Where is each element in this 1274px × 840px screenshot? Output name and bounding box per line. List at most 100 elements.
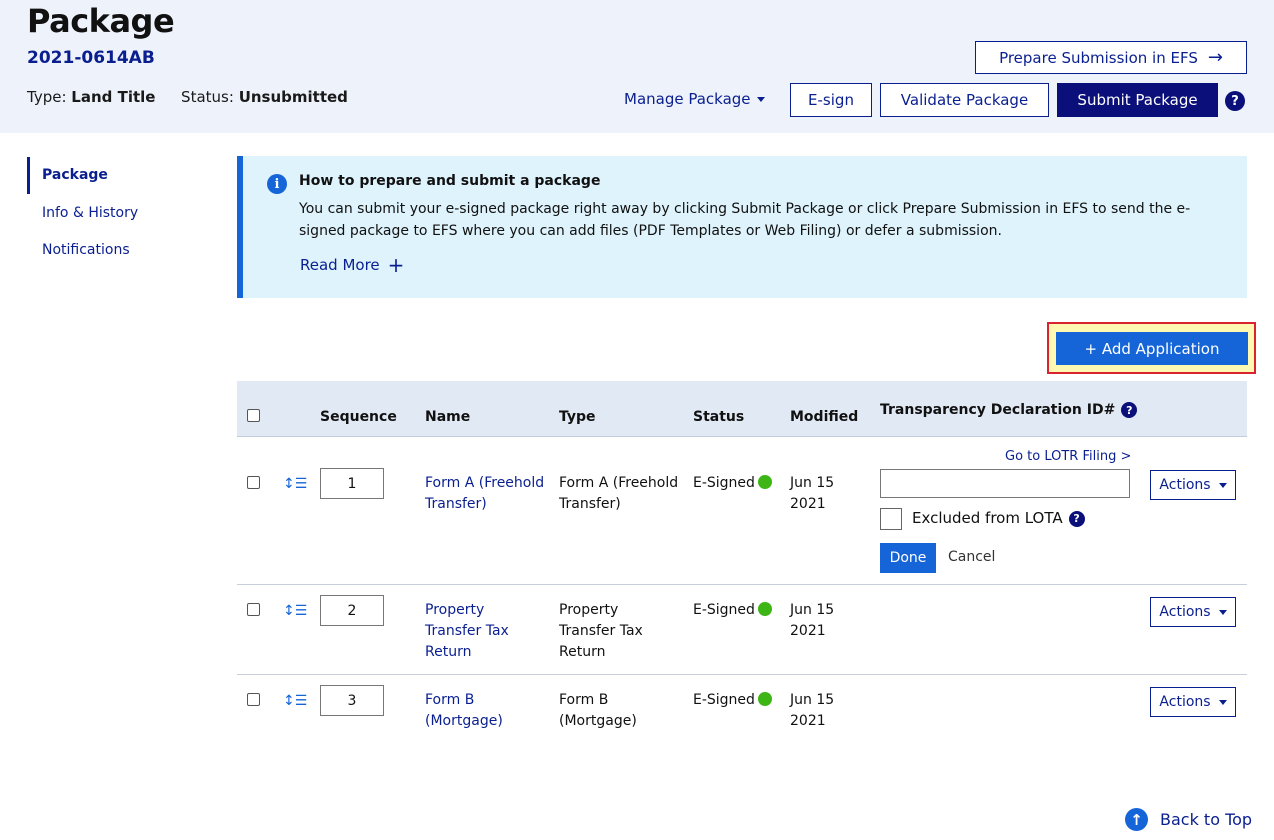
sidebar-item-package[interactable]: Package: [27, 157, 108, 194]
column-status: Status: [693, 409, 745, 425]
name-line: Property: [425, 602, 485, 618]
type-value: Land Title: [71, 88, 156, 106]
application-type: Form A (Freehold Transfer): [559, 473, 678, 515]
help-icon[interactable]: ?: [1225, 91, 1245, 111]
type-line: Return: [559, 644, 606, 660]
column-transparency-id: Transparency Declaration ID#?: [880, 402, 1138, 418]
excluded-lota-checkbox[interactable]: [880, 508, 902, 530]
add-application-highlight: + Add Application: [1047, 322, 1256, 374]
reorder-icon[interactable]: ↕☰: [283, 476, 307, 492]
name-line: Transfer Tax: [425, 623, 509, 639]
info-title: How to prepare and submit a package: [299, 173, 601, 189]
excluded-lota-label: Excluded from LOTA?: [912, 509, 1085, 527]
read-more-label: Read More: [300, 256, 380, 274]
column-type: Type: [559, 409, 596, 425]
package-header: Package 2021-0614AB Type: Land Title Sta…: [0, 0, 1274, 133]
column-sequence: Sequence: [320, 409, 397, 425]
column-modified: Modified: [790, 409, 859, 425]
row-checkbox[interactable]: [247, 603, 260, 616]
modified-line: Jun 15: [790, 602, 835, 618]
manage-package-dropdown[interactable]: Manage Package: [624, 90, 765, 108]
read-more-link[interactable]: Read More +: [300, 255, 404, 275]
type-line: Property: [559, 602, 619, 618]
info-icon: i: [267, 174, 287, 194]
status-dot-icon: [757, 602, 772, 616]
arrow-up-icon: ↑: [1125, 808, 1148, 831]
caret-down-icon: [1218, 699, 1227, 705]
row-checkbox[interactable]: [247, 693, 260, 706]
modified-line: 2021: [790, 496, 826, 512]
sidebar-item-notifications[interactable]: Notifications: [27, 242, 130, 258]
submit-package-button[interactable]: Submit Package: [1057, 83, 1218, 117]
transparency-id-input[interactable]: [880, 469, 1130, 498]
status-dot-icon: [757, 692, 772, 706]
prepare-submission-button[interactable]: Prepare Submission in EFS →: [975, 41, 1247, 74]
help-icon[interactable]: ?: [1121, 402, 1138, 418]
help-icon[interactable]: ?: [1068, 510, 1085, 527]
name-line: Form B: [425, 692, 475, 708]
esign-button[interactable]: E-sign: [790, 83, 872, 117]
table-row: ↕☰ 2 Property Transfer Tax Return Proper…: [237, 585, 1247, 675]
name-line: Transfer): [425, 496, 487, 512]
application-name-link[interactable]: Form A (Freehold Transfer): [425, 473, 544, 515]
caret-down-icon: [756, 96, 765, 102]
modified-line: Jun 15: [790, 692, 835, 708]
caret-down-icon: [1218, 482, 1227, 488]
actions-label: Actions: [1159, 477, 1211, 493]
status-text: E-Signed: [693, 692, 755, 708]
type-line: Form A (Freehold: [559, 475, 679, 491]
package-meta: Type: Land Title Status: Unsubmitted: [27, 88, 348, 106]
info-text: You can submit your e-signed package rig…: [299, 201, 1191, 239]
actions-dropdown[interactable]: Actions: [1150, 597, 1236, 627]
add-application-button[interactable]: + Add Application: [1056, 332, 1248, 365]
back-to-top-link[interactable]: ↑ Back to Top: [1125, 808, 1252, 831]
page-title: Package: [27, 2, 175, 40]
transparency-id-label: Transparency Declaration ID#: [880, 402, 1116, 418]
application-name-link[interactable]: Form B (Mortgage): [425, 690, 503, 732]
modified-cell: Jun 15 2021: [790, 600, 834, 642]
status-text: E-Signed: [693, 602, 755, 618]
sequence-input[interactable]: 3: [320, 685, 384, 716]
status-value: Unsubmitted: [238, 88, 348, 106]
arrow-right-icon: →: [1207, 47, 1223, 68]
sidebar-item-info-history[interactable]: Info & History: [27, 205, 138, 221]
actions-label: Actions: [1159, 604, 1211, 620]
manage-package-label: Manage Package: [624, 90, 751, 108]
modified-line: Jun 15: [790, 475, 835, 491]
application-name-link[interactable]: Property Transfer Tax Return: [425, 600, 509, 663]
prepare-submission-label: Prepare Submission in EFS: [999, 48, 1198, 67]
modified-cell: Jun 15 2021: [790, 690, 834, 732]
actions-dropdown[interactable]: Actions: [1150, 687, 1236, 717]
application-type: Property Transfer Tax Return: [559, 600, 643, 663]
plus-icon: +: [387, 253, 405, 277]
back-to-top-label: Back to Top: [1160, 810, 1253, 829]
table-row: ↕☰ 3 Form B (Mortgage) Form B (Mortgage)…: [237, 675, 1247, 755]
status-cell: E-Signed: [693, 473, 772, 494]
name-line: Return: [425, 644, 472, 660]
status-label: Status:: [181, 88, 234, 106]
type-line: Transfer): [559, 496, 621, 512]
actions-label: Actions: [1159, 694, 1211, 710]
sequence-input[interactable]: 1: [320, 468, 384, 499]
select-all-checkbox[interactable]: [247, 409, 260, 422]
cancel-link[interactable]: Cancel: [948, 549, 995, 565]
name-line: (Mortgage): [425, 713, 503, 729]
column-name: Name: [425, 409, 471, 425]
caret-down-icon: [1218, 609, 1227, 615]
type-label: Type:: [27, 88, 67, 106]
done-button[interactable]: Done: [880, 543, 936, 573]
validate-package-button[interactable]: Validate Package: [880, 83, 1049, 117]
excluded-lota-text: Excluded from LOTA: [912, 509, 1063, 527]
table-row: ↕☰ 1 Form A (Freehold Transfer) Form A (…: [237, 437, 1247, 585]
modified-cell: Jun 15 2021: [790, 473, 834, 515]
actions-dropdown[interactable]: Actions: [1150, 470, 1236, 500]
reorder-icon[interactable]: ↕☰: [283, 603, 307, 619]
status-cell: E-Signed: [693, 690, 772, 711]
type-line: Form B: [559, 692, 609, 708]
modified-line: 2021: [790, 713, 826, 729]
modified-line: 2021: [790, 623, 826, 639]
reorder-icon[interactable]: ↕☰: [283, 693, 307, 709]
row-checkbox[interactable]: [247, 476, 260, 489]
go-to-lotr-link[interactable]: Go to LOTR Filing >: [1005, 449, 1131, 464]
sequence-input[interactable]: 2: [320, 595, 384, 626]
